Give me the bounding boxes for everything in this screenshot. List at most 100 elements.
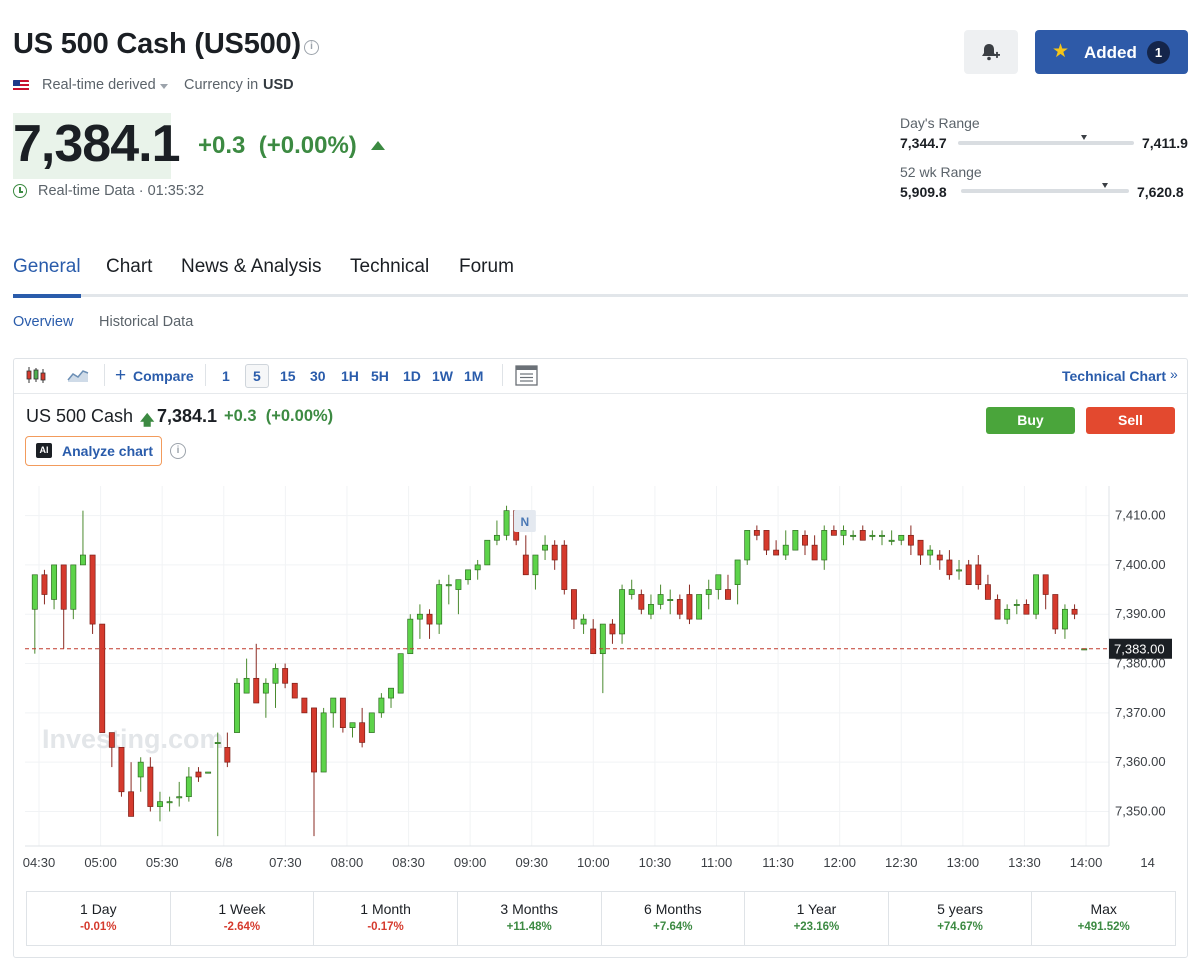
perf-value: -2.64%: [223, 921, 261, 933]
candle: [532, 554, 539, 590]
candle: [320, 707, 327, 773]
up-arrow-icon: 🡅: [140, 412, 155, 428]
sell-button[interactable]: Sell: [1086, 407, 1175, 434]
perf-5-years[interactable]: 5 years +74.67%: [889, 892, 1033, 945]
candlestick-chart[interactable]: 7,410.007,400.007,390.007,380.007,370.00…: [14, 478, 1174, 876]
candle: [734, 559, 741, 605]
candle-body: [648, 604, 654, 615]
interval-5[interactable]: 5: [253, 368, 261, 384]
candle-body: [590, 628, 597, 655]
layout-icon[interactable]: [515, 365, 538, 386]
candle: [70, 564, 77, 620]
candle-body: [686, 594, 693, 620]
technical-chart-link[interactable]: Technical Chart: [1062, 368, 1166, 384]
candle-body: [628, 589, 635, 595]
buy-button[interactable]: Buy: [986, 407, 1075, 434]
watchlist-added-button[interactable]: ★ Added 1: [1035, 30, 1188, 74]
interval-1[interactable]: 1: [222, 368, 230, 384]
interval-1w[interactable]: 1W: [432, 368, 453, 384]
subtab-overview[interactable]: Overview: [13, 314, 73, 330]
candle-body: [224, 747, 231, 763]
candle: [493, 520, 500, 546]
candle: [253, 643, 260, 704]
candle-body: [773, 549, 780, 556]
subtab-historical-data[interactable]: Historical Data: [99, 314, 193, 330]
analyze-chart-button[interactable]: AI Analyze chart: [25, 436, 162, 466]
tab-chart[interactable]: Chart: [106, 256, 152, 278]
perf-1-day[interactable]: 1 Day -0.01%: [27, 892, 171, 945]
perf-value: +23.16%: [793, 921, 840, 933]
perf-3-months[interactable]: 3 Months +11.48%: [458, 892, 602, 945]
candle-body: [41, 574, 48, 595]
candle-body: [811, 544, 818, 561]
interval-1h[interactable]: 1H: [341, 368, 359, 384]
add-alert-button[interactable]: [964, 30, 1018, 74]
candle: [262, 678, 269, 718]
week52-range-bar: [961, 189, 1129, 193]
perf-1-week[interactable]: 1 Week -2.64%: [171, 892, 315, 945]
candle-body: [869, 534, 876, 537]
candle-body: [551, 544, 558, 561]
interval-1d[interactable]: 1D: [403, 368, 421, 384]
candlestick-icon[interactable]: [25, 365, 47, 385]
day-range-marker: [1081, 135, 1088, 140]
x-tick-label: 14: [1140, 855, 1154, 870]
last-price: 7,384.1: [13, 115, 180, 173]
tab-technical[interactable]: Technical: [350, 256, 429, 278]
candle: [744, 530, 751, 565]
perf-max[interactable]: Max +491.52%: [1032, 892, 1175, 945]
perf-label: 1 Month: [360, 901, 411, 917]
candle-body: [89, 554, 96, 625]
candle: [349, 722, 356, 738]
interval-30[interactable]: 30: [310, 368, 326, 384]
candle: [667, 589, 674, 615]
interval-1m[interactable]: 1M: [464, 368, 483, 384]
candle: [1061, 604, 1068, 639]
candle: [792, 530, 799, 551]
candle: [137, 757, 144, 792]
bell-plus-icon: [982, 44, 1000, 61]
watermark: Investing.com: [42, 724, 224, 754]
candle-body: [994, 599, 1001, 620]
active-tab-indicator: [13, 294, 81, 298]
candle-body: [859, 530, 866, 541]
candle: [561, 540, 568, 595]
info-icon[interactable]: i: [170, 443, 186, 459]
perf-6-months[interactable]: 6 Months +7.64%: [602, 892, 746, 945]
candle-body: [157, 801, 163, 807]
candle: [474, 559, 481, 580]
tab-general[interactable]: General: [13, 256, 81, 278]
info-icon[interactable]: i: [304, 40, 319, 55]
candle-body: [802, 534, 808, 546]
area-chart-icon[interactable]: [67, 367, 89, 383]
perf-1-month[interactable]: 1 Month -0.17%: [314, 892, 458, 945]
data-source-selector[interactable]: Real-time derived: [42, 77, 156, 93]
x-tick-label: 09:00: [454, 855, 487, 870]
candle: [60, 564, 67, 649]
candle-body: [850, 534, 857, 537]
candle: [195, 767, 202, 782]
candle-body: [965, 564, 972, 585]
chevron-down-icon[interactable]: [160, 84, 168, 89]
perf-value: +74.67%: [937, 921, 983, 933]
candle-body: [956, 569, 962, 572]
candle-body: [272, 668, 279, 684]
candle: [725, 574, 731, 600]
y-tick-label: 7,370.00: [1115, 705, 1166, 720]
plus-icon[interactable]: +: [115, 365, 126, 387]
interval-15[interactable]: 15: [280, 368, 296, 384]
x-tick-label: 09:30: [515, 855, 548, 870]
tab-news-analysis[interactable]: News & Analysis: [181, 256, 321, 278]
interval-5h[interactable]: 5H: [371, 368, 389, 384]
tab-forum[interactable]: Forum: [459, 256, 514, 278]
x-tick-label: 07:30: [269, 855, 302, 870]
compare-button[interactable]: Compare: [133, 368, 194, 384]
chevron-right-icon[interactable]: »: [1170, 366, 1178, 382]
perf-value: +7.64%: [653, 921, 693, 933]
candle: [570, 589, 577, 630]
candle: [580, 614, 587, 634]
candle-body: [214, 742, 221, 744]
candle-body: [137, 761, 144, 778]
perf-1-year[interactable]: 1 Year +23.16%: [745, 892, 889, 945]
candle-body: [465, 569, 471, 581]
